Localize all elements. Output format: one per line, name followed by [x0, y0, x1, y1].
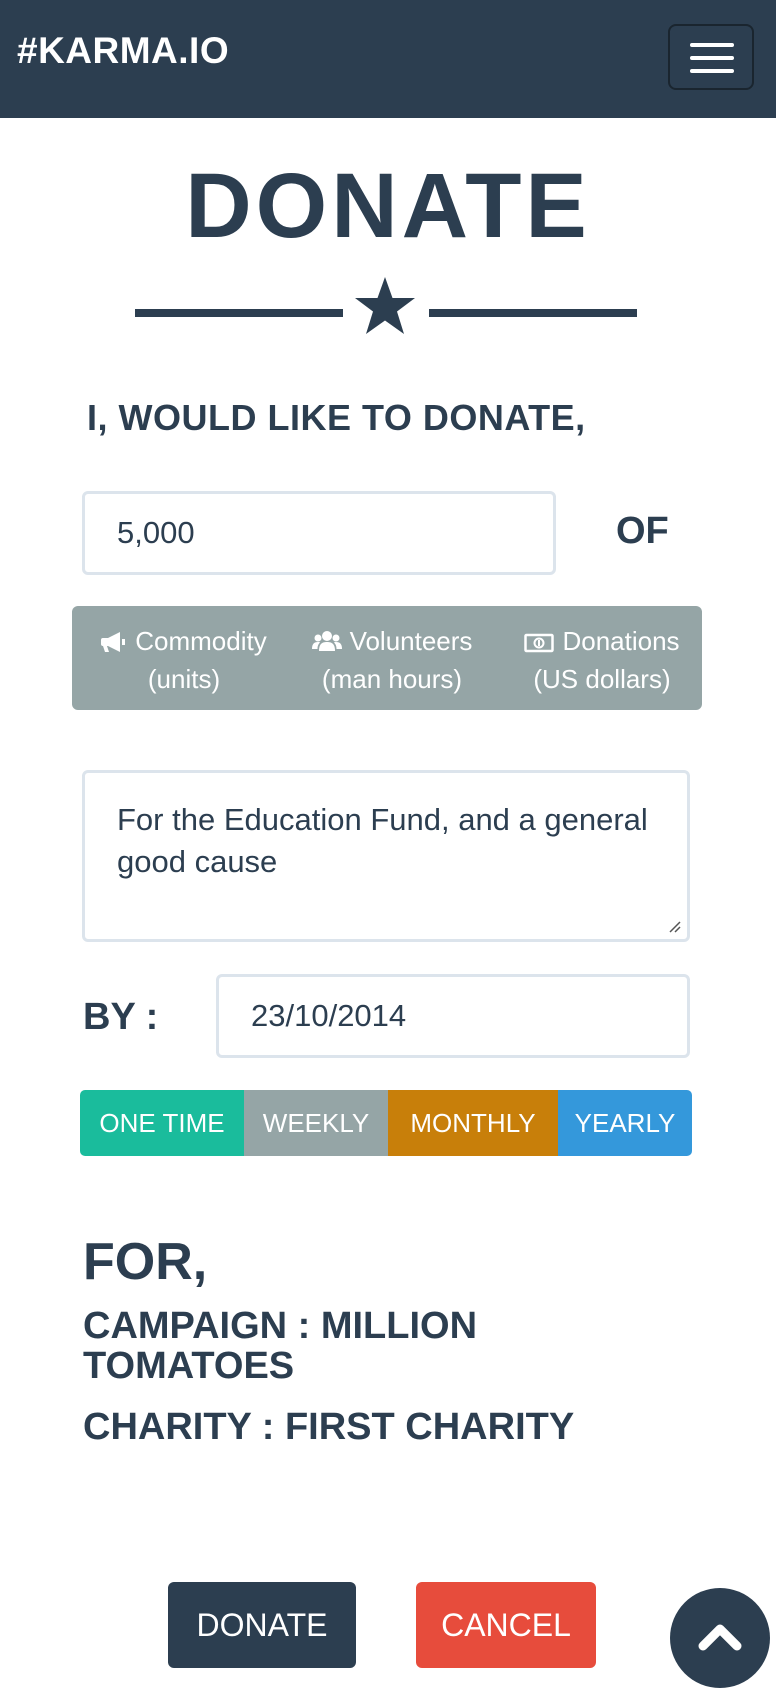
donate-button[interactable]: DONATE [168, 1582, 356, 1668]
chevron-up-icon [698, 1624, 742, 1651]
megaphone-icon [101, 632, 126, 652]
purpose-text: For the Education Fund, and a general go… [117, 802, 648, 879]
menu-toggle-button[interactable] [668, 24, 754, 90]
unit-sub-label: (units) [147, 664, 221, 694]
unit-option-volunteers[interactable]: Volunteers (man hours) [294, 622, 490, 698]
unit-label: Donations [562, 626, 680, 656]
unit-label: Volunteers [349, 626, 473, 656]
frequency-monthly-button[interactable]: MONTHLY [388, 1090, 558, 1156]
donate-heading: I, WOULD LIKE TO DONATE, [87, 397, 586, 438]
campaign-label: CAMPAIGN : MILLION TOMATOES [83, 1305, 478, 1387]
frequency-one-time-button[interactable]: ONE TIME [80, 1090, 244, 1156]
money-icon [524, 633, 555, 653]
charity-label: CHARITY : FIRST CHARITY [83, 1406, 575, 1448]
users-icon [311, 631, 342, 651]
unit-sub-label: (US dollars) [533, 664, 671, 694]
navbar: #KARMA.IO [0, 0, 776, 118]
unit-sub-label: (man hours) [321, 664, 463, 694]
amount-input[interactable]: 5,000 [82, 491, 556, 575]
of-label: OF [616, 510, 669, 552]
date-input[interactable]: 23/10/2014 [216, 974, 690, 1058]
frequency-yearly-button[interactable]: YEARLY [558, 1090, 692, 1156]
frequency-weekly-button[interactable]: WEEKLY [244, 1090, 388, 1156]
by-label: BY : [83, 996, 159, 1038]
unit-option-donations[interactable]: Donations (US dollars) [508, 622, 696, 698]
for-heading: FOR, [83, 1233, 208, 1291]
purpose-textarea[interactable]: For the Education Fund, and a general go… [82, 770, 690, 942]
resize-handle-icon[interactable] [667, 919, 681, 933]
unit-option-commodity[interactable]: Commodity (units) [86, 622, 282, 698]
brand-logo[interactable]: #KARMA.IO [17, 30, 229, 72]
scroll-to-top-button[interactable] [670, 1588, 770, 1688]
unit-type-selector: Commodity (units) Volunteers (man hours)… [72, 606, 702, 710]
page-title: DONATE [185, 155, 591, 257]
cancel-button[interactable]: CANCEL [416, 1582, 596, 1668]
star-icon [355, 277, 415, 334]
unit-label: Commodity [135, 626, 267, 656]
title-divider [135, 276, 637, 334]
